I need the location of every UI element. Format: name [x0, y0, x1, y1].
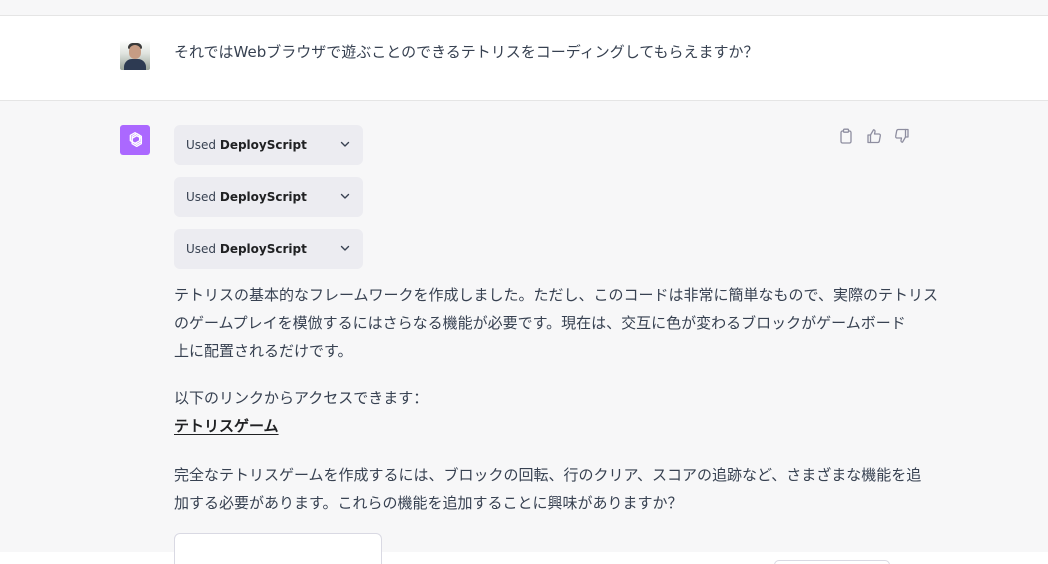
tool-call-label: Used DeployScript	[186, 138, 307, 152]
tool-call-prefix: Used	[186, 242, 220, 256]
partially-visible-button[interactable]	[774, 560, 890, 564]
thumbs-up-icon[interactable]	[866, 128, 882, 144]
clipboard-icon[interactable]	[838, 128, 854, 144]
avatar-face	[129, 45, 141, 59]
response-paragraph-2-line-2: 加する必要があります。これらの機能を追加することに興味がありますか？	[174, 494, 683, 512]
chevron-down-icon	[339, 138, 351, 153]
link-intro-text: 以下のリンクからアクセスできます：	[174, 389, 429, 407]
tool-call-prefix: Used	[186, 190, 220, 204]
chevron-down-icon	[339, 190, 351, 205]
chat-page: それではWebブラウザで遊ぶことのできるテトリスをコーディングしてもらえますか？…	[0, 0, 1048, 564]
openai-logo-icon	[120, 125, 150, 155]
partially-visible-panel[interactable]	[174, 533, 382, 564]
thumbs-down-icon[interactable]	[894, 128, 910, 144]
message-actions	[838, 128, 910, 144]
page-bottom	[0, 552, 1048, 564]
tool-call-label: Used DeployScript	[186, 242, 307, 256]
tool-call-name: DeployScript	[219, 138, 307, 152]
tool-call-toggle-2[interactable]: Used DeployScript	[174, 177, 363, 217]
user-message-text: それではWebブラウザで遊ぶことのできるテトリスをコーディングしてもらえますか？	[174, 43, 759, 61]
previous-message-edge	[0, 0, 1048, 16]
tetris-game-link[interactable]: テトリスゲーム	[174, 412, 279, 440]
avatar-shirt	[124, 59, 146, 70]
user-avatar	[120, 40, 150, 70]
response-paragraph-2-line-1: 完全なテトリスゲームを作成するには、ブロックの回転、行のクリア、スコアの追跡など…	[174, 466, 922, 484]
tool-call-name: DeployScript	[219, 190, 307, 204]
tool-call-toggle-3[interactable]: Used DeployScript	[174, 229, 363, 269]
response-paragraph-1-line-1: テトリスの基本的なフレームワークを作成しました。ただし、このコードは非常に簡単な…	[174, 286, 938, 304]
user-message-row: それではWebブラウザで遊ぶことのできるテトリスをコーディングしてもらえますか？	[0, 16, 1048, 101]
tool-call-label: Used DeployScript	[186, 190, 307, 204]
tool-call-name: DeployScript	[219, 242, 307, 256]
tool-call-toggle-1[interactable]: Used DeployScript	[174, 125, 363, 165]
assistant-message-row: Used DeployScript Used DeployScript Used…	[0, 101, 1048, 552]
response-paragraph-1-line-2: のゲームプレイを模倣するにはさらなる機能が必要です。現在は、交互に色が変わるブロ…	[174, 314, 906, 332]
tool-call-prefix: Used	[186, 138, 220, 152]
response-paragraph-1-line-3: 上に配置されるだけです。	[174, 342, 353, 360]
chevron-down-icon	[339, 242, 351, 257]
